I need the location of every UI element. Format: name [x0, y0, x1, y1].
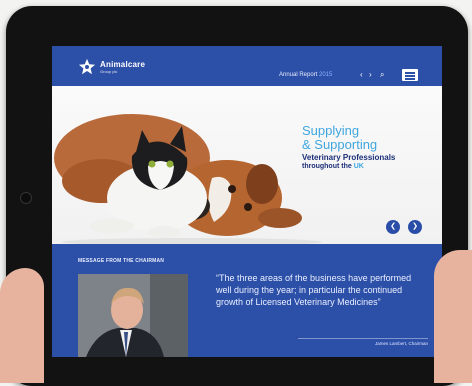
annual-report-link[interactable]: Annual Report 2015: [279, 72, 332, 78]
tablet-device: Animalcare Group plc Annual Report 2015 …: [6, 6, 468, 386]
search-icon[interactable]: ⌕: [380, 70, 384, 80]
brand-name: Animalcare: [100, 59, 146, 69]
headline-line-4-prefix: throughout the: [302, 163, 354, 170]
left-hand-thumb: [0, 268, 44, 383]
camera-icon: [20, 192, 32, 204]
top-navigation-bar: Animalcare Group plc Annual Report 2015 …: [52, 46, 442, 86]
chairman-portrait-image: [78, 274, 188, 357]
paw-star-logo-icon: [78, 58, 96, 75]
headline-line-3: Veterinary Professionals: [302, 153, 396, 162]
right-hand-thumb: [434, 250, 472, 383]
brand-logo[interactable]: Animalcare Group plc: [78, 58, 145, 76]
hero-headline: Supplying & Supporting Veterinary Profes…: [302, 123, 442, 171]
chevron-left-icon: ❮: [390, 223, 396, 230]
headline-line-2: & Supporting: [302, 137, 378, 152]
annual-report-year: 2015: [319, 72, 333, 78]
hero-banner: Supplying & Supporting Veterinary Profes…: [52, 86, 442, 281]
section-title: MESSAGE FROM THE CHAIRMAN: [78, 258, 165, 264]
menu-icon[interactable]: [402, 69, 418, 81]
dog-and-cat-image: [54, 114, 322, 244]
brand-subtitle: Group plc: [100, 68, 118, 74]
chairman-photo: [78, 274, 188, 357]
chevron-right-icon[interactable]: ›: [369, 70, 372, 80]
chevron-left-icon[interactable]: ‹: [360, 70, 363, 80]
headline-line-4: throughout the UK: [302, 163, 442, 170]
quote-attribution: James Lambert, Chairman: [298, 338, 428, 346]
annual-report-label: Annual Report: [279, 72, 318, 78]
chairman-quote: “The three areas of the business have pe…: [216, 273, 412, 307]
chevron-right-icon: ❯: [412, 223, 418, 230]
app-screen: Animalcare Group plc Annual Report 2015 …: [52, 46, 442, 357]
headline-line-4-highlight: UK: [353, 163, 364, 170]
slide-next-button[interactable]: ❯: [408, 220, 422, 234]
chairman-section: MESSAGE FROM THE CHAIRMAN “The three are…: [52, 244, 442, 357]
headline-line-1: Supplying: [302, 123, 360, 138]
slide-prev-button[interactable]: ❮: [386, 220, 400, 234]
